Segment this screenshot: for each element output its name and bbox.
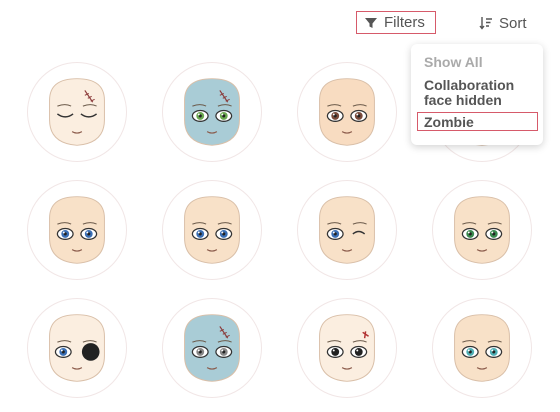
filters-label: Filters	[384, 14, 425, 31]
face-illustration	[319, 78, 375, 146]
filter-option-zombie[interactable]: Zombie	[417, 112, 538, 131]
face-illustration	[184, 314, 240, 382]
toolbar: Filters Sort	[0, 0, 560, 44]
sort-button[interactable]: Sort	[479, 12, 527, 34]
face-illustration	[49, 196, 105, 264]
filters-button[interactable]: Filters	[356, 11, 436, 34]
sort-icon	[479, 16, 493, 30]
face-illustration	[49, 314, 105, 382]
face-illustration	[184, 78, 240, 146]
face-illustration	[49, 78, 105, 146]
face-option[interactable]	[27, 298, 127, 398]
face-option[interactable]	[162, 298, 262, 398]
face-option[interactable]	[297, 180, 397, 280]
face-option[interactable]	[297, 298, 397, 398]
sort-label: Sort	[499, 14, 527, 32]
face-option[interactable]	[432, 298, 532, 398]
face-option[interactable]	[27, 180, 127, 280]
filter-dropdown-menu: Show All Collaboration face hidden Zombi…	[411, 44, 543, 145]
filter-option-collaboration-face-hidden[interactable]: Collaboration face hidden	[411, 78, 543, 108]
face-option[interactable]	[162, 180, 262, 280]
face-illustration	[454, 314, 510, 382]
face-illustration	[319, 196, 375, 264]
face-illustration	[184, 196, 240, 264]
filter-funnel-icon	[364, 16, 378, 30]
face-option[interactable]	[432, 180, 532, 280]
face-option[interactable]	[297, 62, 397, 162]
face-illustration	[319, 314, 375, 382]
filter-option-show-all[interactable]: Show All	[411, 52, 543, 72]
face-option[interactable]	[27, 62, 127, 162]
face-illustration	[454, 196, 510, 264]
face-option[interactable]	[162, 62, 262, 162]
